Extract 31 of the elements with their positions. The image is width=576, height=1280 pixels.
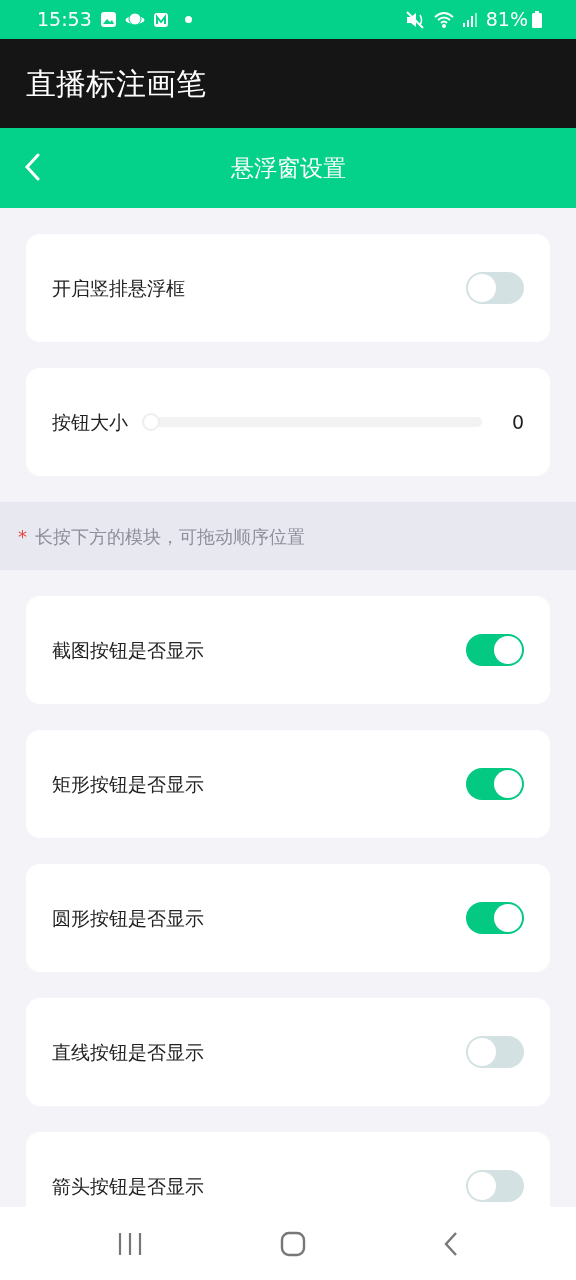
toggle-switch[interactable] — [466, 272, 524, 304]
setting-label: 按钮大小 — [52, 409, 128, 435]
battery-icon — [532, 11, 542, 28]
signal-icon — [461, 11, 478, 28]
recent-apps-icon[interactable] — [116, 1231, 143, 1256]
slider-value: 0 — [511, 409, 524, 435]
mute-icon — [405, 10, 426, 29]
page-title: 悬浮窗设置 — [230, 153, 346, 183]
toggle-switch[interactable] — [466, 768, 524, 800]
setting-label: 直线按钮是否显示 — [52, 1039, 204, 1065]
toggle-switch[interactable] — [466, 1170, 524, 1202]
back-nav-icon[interactable] — [443, 1230, 460, 1257]
setting-label: 矩形按钮是否显示 — [52, 771, 204, 797]
home-icon[interactable] — [280, 1230, 306, 1257]
planet-icon — [124, 11, 145, 28]
app-m-icon — [152, 11, 169, 28]
hint-text: 长按下方的模块，可拖动顺序位置 — [35, 524, 305, 549]
setting-label: 截图按钮是否显示 — [52, 637, 204, 663]
setting-label: 开启竖排悬浮框 — [52, 275, 185, 301]
image-icon — [99, 11, 117, 28]
setting-label: 圆形按钮是否显示 — [52, 905, 204, 931]
toggle-switch[interactable] — [466, 1036, 524, 1068]
dot-icon — [184, 16, 192, 23]
setting-label: 箭头按钮是否显示 — [52, 1173, 204, 1199]
battery-percent: 81% — [485, 7, 528, 33]
status-time: 15:53 — [37, 7, 92, 33]
toggle-switch[interactable] — [466, 902, 524, 934]
toggle-switch[interactable] — [466, 634, 524, 666]
back-icon[interactable] — [24, 153, 40, 181]
app-title: 直播标注画笔 — [26, 65, 206, 103]
required-mark: * — [18, 524, 27, 549]
